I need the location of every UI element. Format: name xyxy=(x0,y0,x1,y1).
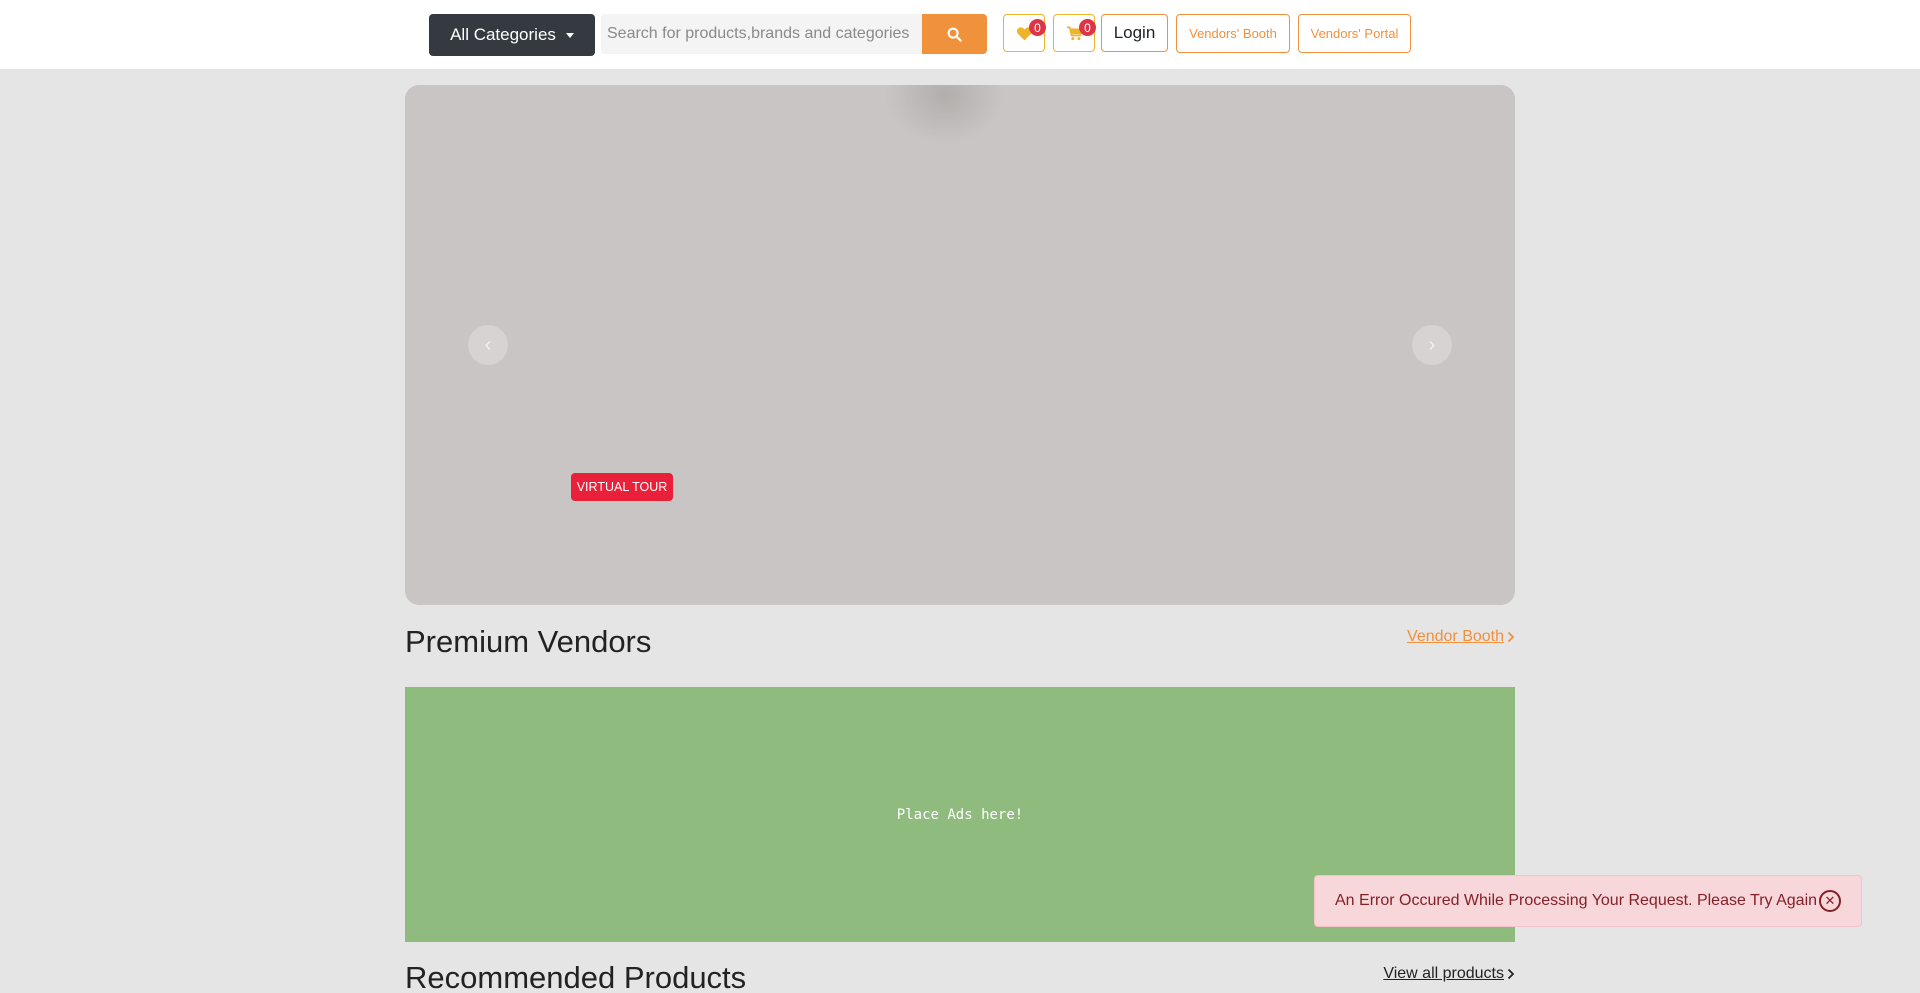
wishlist-button[interactable]: 0 xyxy=(1003,14,1046,52)
premium-vendors-title: Premium Vendors xyxy=(405,624,652,659)
error-toast: An Error Occured While Processing Your R… xyxy=(1314,875,1862,927)
view-all-products-link[interactable]: View all products xyxy=(1383,965,1515,983)
search-input[interactable] xyxy=(601,14,923,54)
wishlist-count-badge: 0 xyxy=(1029,19,1046,36)
recommended-products-title: Recommended Products xyxy=(405,960,747,993)
chevron-right-icon xyxy=(1507,631,1515,643)
close-icon[interactable]: ✕ xyxy=(1819,890,1841,912)
virtual-tour-badge[interactable]: VIRTUAL TOUR xyxy=(571,473,673,501)
carousel-shadow xyxy=(885,85,1005,145)
login-button[interactable]: Login xyxy=(1101,14,1168,52)
vendor-booth-link[interactable]: Vendor Booth xyxy=(1407,628,1515,646)
vendors-booth-button[interactable]: Vendors' Booth xyxy=(1176,14,1290,53)
chevron-right-icon: › xyxy=(1428,333,1436,356)
carousel-prev-button[interactable]: ‹ xyxy=(468,325,508,365)
cart-button[interactable]: 0 xyxy=(1053,14,1096,52)
all-categories-dropdown[interactable]: All Categories xyxy=(429,14,595,56)
search-button[interactable] xyxy=(922,14,987,54)
carousel-next-button[interactable]: › xyxy=(1412,325,1452,365)
top-header: All Categories 0 0 Login Vendors' Booth … xyxy=(0,0,1920,69)
vendor-booth-link-label: Vendor Booth xyxy=(1407,628,1504,645)
caret-down-icon xyxy=(565,32,574,38)
view-all-products-label: View all products xyxy=(1383,965,1504,982)
vendors-portal-button[interactable]: Vendors' Portal xyxy=(1298,14,1411,53)
search-icon xyxy=(947,27,962,42)
cart-count-badge: 0 xyxy=(1079,19,1096,36)
hero-carousel: ‹ › VIRTUAL TOUR xyxy=(405,85,1515,605)
chevron-right-icon xyxy=(1507,968,1515,980)
categories-label: All Categories xyxy=(450,25,556,44)
error-message: An Error Occured While Processing Your R… xyxy=(1335,892,1818,909)
ad-text: Place Ads here! xyxy=(896,806,1024,823)
chevron-left-icon: ‹ xyxy=(484,333,492,356)
